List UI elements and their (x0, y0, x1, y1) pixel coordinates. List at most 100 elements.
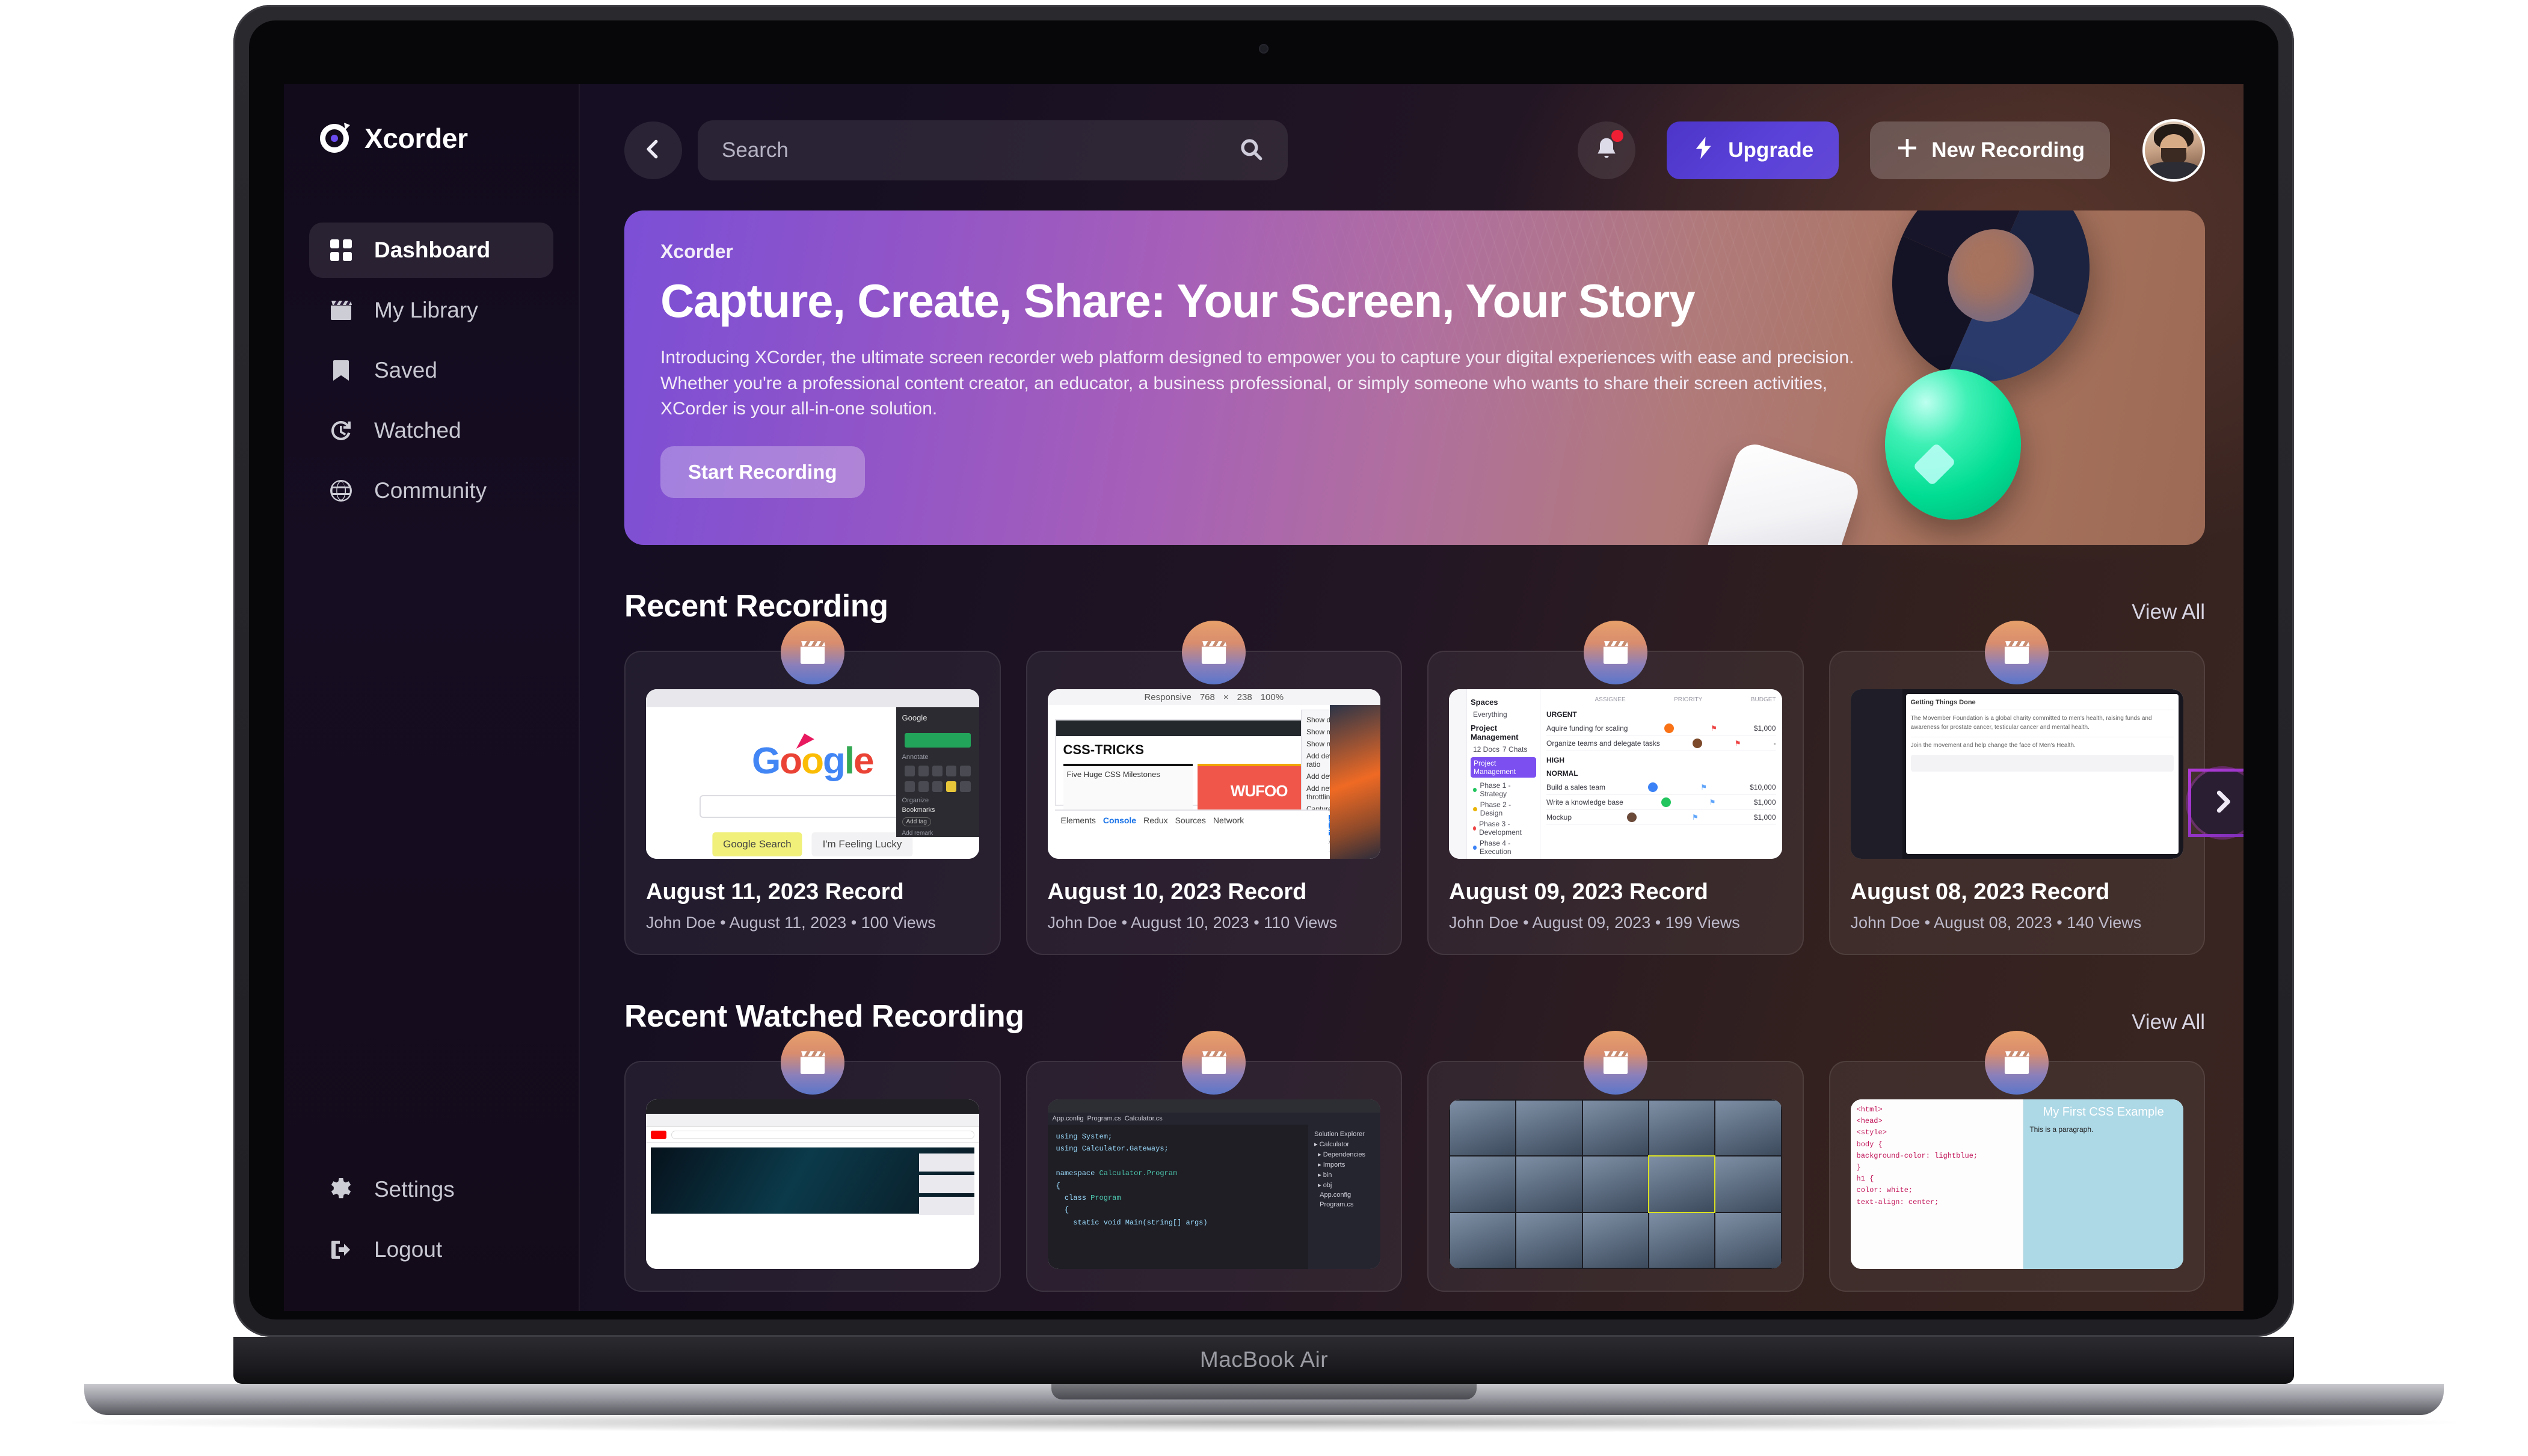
view-all-link[interactable]: View All (2132, 600, 2205, 624)
sidebar-item-dashboard[interactable]: Dashboard (309, 223, 553, 278)
back-button[interactable] (624, 121, 682, 179)
recording-card-title: August 08, 2023 Record (1850, 879, 2110, 905)
recording-card[interactable]: Spaces Everything Project Management 12 … (1427, 621, 1804, 955)
recent-watched-cards: App.config Program.cs Calculator.cs using … (624, 1031, 2205, 1292)
task-item: Organize teams and delegate tasks (1546, 739, 1660, 748)
hero-eyebrow: Xcorder (660, 241, 733, 262)
sidebar-item-settings[interactable]: Settings (309, 1162, 553, 1217)
recording-thumbnail: Spaces Everything Project Management 12 … (1449, 689, 1782, 859)
recording-card-title: August 10, 2023 Record (1047, 879, 1307, 905)
viewport-height: 238 (1237, 692, 1252, 702)
watched-card[interactable] (624, 1031, 1001, 1292)
task-budget: $1,000 (1753, 798, 1776, 806)
code-line: <style> (1856, 1128, 1887, 1137)
task-item: Write a knowledge base (1546, 798, 1623, 806)
panel-addremark-label: Add remark (902, 830, 933, 837)
start-recording-button[interactable]: Start Recording (660, 446, 865, 498)
search-bar[interactable] (698, 120, 1288, 180)
sidebar-item-my-library[interactable]: My Library (309, 283, 553, 338)
sidebar-item-logout[interactable]: Logout (309, 1222, 553, 1277)
devtools-tab-active: Console (1103, 816, 1137, 825)
recording-card[interactable]: Getting Things Done The Movember Foundat… (1828, 621, 2205, 955)
search-input[interactable] (722, 138, 1239, 162)
sidebar-item-saved[interactable]: Saved (309, 343, 553, 398)
folder-item: Task Management (1471, 857, 1536, 859)
recent-recording-cards: Google Google Search I'm Feeling Lucky G… (624, 621, 2244, 955)
devtools-tab: Elements (1060, 816, 1096, 825)
sidebar-item-label: My Library (374, 298, 478, 322)
device-label: MacBook Air (1199, 1347, 1329, 1372)
avatar-body (2148, 162, 2200, 179)
clapperboard-icon (1583, 621, 1647, 684)
google-search-button: Google Search (712, 832, 802, 856)
devtools-tab: Redux (1143, 816, 1168, 825)
code-line: color: white; (1856, 1186, 1913, 1195)
notifications-button[interactable] (1578, 121, 1636, 179)
task-budget: $10,000 (1750, 783, 1776, 791)
logout-icon (327, 1236, 355, 1264)
lightning-bolt-icon (1692, 136, 1716, 165)
new-recording-button[interactable]: New Recording (1870, 121, 2111, 179)
spaces-label: Spaces (1471, 698, 1498, 707)
phase-item: Phase 1 - Strategy (1480, 781, 1511, 798)
watched-card[interactable]: App.config Program.cs Calculator.cs using … (1026, 1031, 1402, 1292)
recording-card-title: August 09, 2023 Record (1449, 879, 1708, 905)
task-group: URGENT (1546, 710, 1577, 719)
task-budget: $1,000 (1753, 724, 1776, 733)
task-item: Aquire funding for scaling (1546, 724, 1628, 733)
recent-watched-header: Recent Watched Recording View All (624, 998, 2205, 1034)
watched-card[interactable] (1427, 1031, 1804, 1292)
panel-title: Google (902, 713, 927, 722)
recording-card[interactable]: Google Google Search I'm Feeling Lucky G… (624, 621, 1001, 955)
watched-thumbnail (646, 1099, 979, 1269)
task-budget: - (1773, 739, 1776, 748)
chevron-right-icon (2209, 788, 2236, 818)
view-all-link[interactable]: View All (2132, 1010, 2205, 1034)
laptop-shadow (72, 1412, 2456, 1433)
code-line: <html> (1856, 1105, 1883, 1114)
recording-card-meta: John Doe • August 09, 2023 • 199 Views (1449, 914, 1740, 932)
code-line: <head> (1856, 1117, 1883, 1126)
sidebar-bottom-nav: Settings Logout (284, 1162, 579, 1311)
column-header: BUDGET (1750, 696, 1776, 703)
sidebar-item-community[interactable]: Community (309, 463, 553, 518)
brand[interactable]: Xcorder (284, 121, 579, 155)
devtools-tab: Network (1213, 816, 1244, 825)
column-header: PRIORITY (1674, 696, 1703, 703)
section-title: Recent Recording (624, 589, 888, 624)
column-header: ASSIGNEE (1595, 696, 1626, 703)
recording-card-title: August 11, 2023 Record (646, 879, 904, 905)
search-icon[interactable] (1238, 137, 1264, 165)
webcam-icon (1259, 44, 1269, 54)
task-group: HIGH (1546, 756, 1564, 764)
clapperboard-icon (1985, 621, 2049, 684)
code-line: background-color: lightblue; (1856, 1151, 1978, 1160)
phase-item: Phase 2 - Design (1480, 800, 1512, 817)
hero-description: Introducing XCorder, the ultimate screen… (660, 348, 1854, 419)
upgrade-button[interactable]: Upgrade (1667, 121, 1839, 179)
watched-card[interactable]: <html> <head> <style> body { background-… (1828, 1031, 2205, 1292)
clapperboard-icon (1583, 1031, 1647, 1095)
xcorder-app: Xcorder Dashboard My Library Saved Watch… (284, 84, 2244, 1311)
task-item: Build a sales team (1546, 783, 1606, 791)
code-line: text-align: center; (1856, 1197, 1939, 1206)
notification-badge (1611, 130, 1624, 142)
chats-count: 7 Chats (1502, 745, 1528, 754)
sidebar-item-watched[interactable]: Watched (309, 403, 553, 458)
topbar: Upgrade New Recording (624, 118, 2206, 183)
code-line: } (1856, 1163, 1861, 1172)
avatar[interactable] (2142, 119, 2206, 182)
devtools-tab: Sources (1175, 816, 1206, 825)
panel-addtag-label: Add tag (902, 817, 931, 826)
docs-count: 12 Docs (1473, 745, 1500, 754)
globe-icon (327, 477, 355, 505)
watched-thumbnail: App.config Program.cs Calculator.cs using … (1047, 1099, 1380, 1269)
plus-icon (1895, 136, 1919, 165)
hero-content: Xcorder Capture, Create, Share: Your Scr… (624, 210, 2205, 528)
clapperboard-icon (780, 1031, 844, 1095)
watched-thumbnail: <html> <head> <style> body { background-… (1850, 1099, 2183, 1269)
recording-card[interactable]: Responsive 768 × 238 100% CSS-TRICKS Fiv… (1026, 621, 1402, 955)
sidebar-item-label: Settings (374, 1177, 455, 1202)
recording-card-meta: John Doe • August 11, 2023 • 100 Views (646, 914, 936, 932)
main-content: Upgrade New Recording (580, 84, 2244, 1311)
